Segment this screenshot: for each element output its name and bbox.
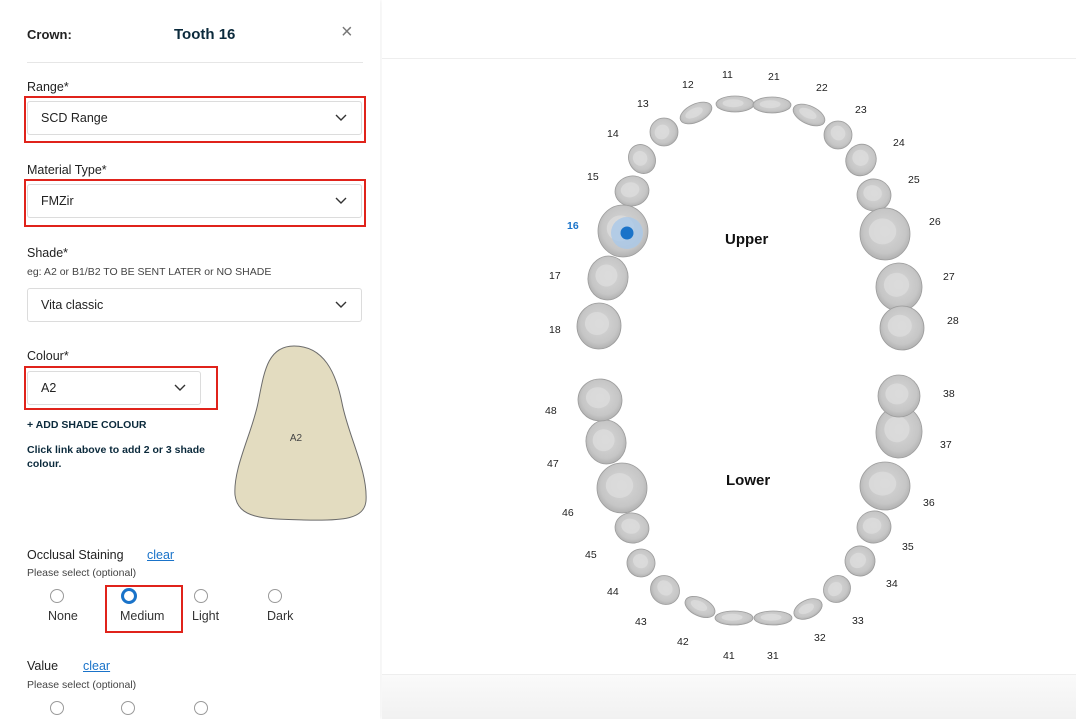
tooth-17[interactable] — [584, 253, 631, 303]
tooth-number-34[interactable]: 34 — [886, 578, 898, 590]
tooth-32[interactable] — [791, 595, 826, 624]
tooth-36[interactable] — [859, 461, 911, 511]
tooth-number-36[interactable]: 36 — [923, 497, 935, 509]
tooth-41[interactable] — [714, 610, 754, 626]
tooth-35[interactable] — [854, 508, 893, 545]
tooth-number-45[interactable]: 45 — [585, 549, 597, 561]
tooth-number-18[interactable]: 18 — [549, 324, 561, 336]
tooth-number-11[interactable]: 11 — [722, 69, 733, 81]
tooth-number-21[interactable]: 21 — [768, 71, 780, 83]
tooth-18[interactable] — [575, 301, 623, 351]
tooth-22[interactable] — [790, 100, 828, 131]
tooth-number-22[interactable]: 22 — [816, 82, 828, 94]
tooth-15[interactable] — [613, 173, 652, 208]
tooth-number-41[interactable]: 41 — [723, 650, 735, 662]
tooth-number-37[interactable]: 37 — [940, 439, 952, 451]
tooth-number-16[interactable]: 16 — [567, 220, 579, 232]
tooth-number-23[interactable]: 23 — [855, 104, 867, 116]
tooth-45[interactable] — [613, 510, 652, 545]
tooth-number-25[interactable]: 25 — [908, 174, 920, 186]
tooth-number-24[interactable]: 24 — [893, 137, 905, 149]
tooth-number-32[interactable]: 32 — [814, 632, 826, 644]
tooth-26[interactable] — [859, 207, 911, 261]
tooth-number-13[interactable]: 13 — [637, 98, 649, 110]
tooth-46[interactable] — [596, 462, 648, 514]
tooth-31[interactable] — [753, 610, 793, 626]
tooth-number-14[interactable]: 14 — [607, 128, 619, 140]
tooth-number-43[interactable]: 43 — [635, 616, 647, 628]
tooth-number-27[interactable]: 27 — [943, 271, 955, 283]
tooth-47[interactable] — [582, 417, 629, 467]
tooth-38[interactable] — [877, 374, 921, 418]
tooth-42[interactable] — [682, 592, 719, 622]
upper-arch-label: Upper — [725, 231, 769, 248]
tooth-number-31[interactable]: 31 — [767, 650, 779, 662]
tooth-number-38[interactable]: 38 — [943, 388, 955, 400]
tooth-number-35[interactable]: 35 — [902, 541, 914, 553]
tooth-28[interactable] — [879, 305, 925, 351]
tooth-11[interactable] — [715, 95, 755, 113]
dental-chart — [575, 95, 925, 626]
tooth-number-28[interactable]: 28 — [947, 315, 959, 327]
tooth-number-44[interactable]: 44 — [607, 586, 619, 598]
tooth-number-46[interactable]: 46 — [562, 507, 574, 519]
tooth-number-12[interactable]: 12 — [682, 79, 694, 91]
tooth-number-17[interactable]: 17 — [549, 270, 561, 282]
tooth-number-48[interactable]: 48 — [545, 405, 557, 417]
tooth-34[interactable] — [840, 541, 881, 582]
tooth-44[interactable] — [622, 544, 660, 582]
tooth-13[interactable] — [644, 112, 684, 152]
tooth-43[interactable] — [644, 569, 685, 610]
tooth-33[interactable] — [818, 570, 856, 608]
tooth-number-47[interactable]: 47 — [547, 458, 559, 470]
tooth-number-42[interactable]: 42 — [677, 636, 689, 648]
tooth-number-33[interactable]: 33 — [852, 615, 864, 627]
tooth-21[interactable] — [752, 96, 792, 114]
tooth-27[interactable] — [874, 261, 924, 313]
selected-tooth-marker — [620, 226, 634, 240]
lower-arch-label: Lower — [726, 472, 771, 489]
tooth-number-26[interactable]: 26 — [929, 216, 941, 228]
tooth-12[interactable] — [677, 98, 715, 129]
tooth-14[interactable] — [623, 140, 661, 179]
tooth-number-15[interactable]: 15 — [587, 171, 599, 183]
tooth-48[interactable] — [576, 377, 623, 423]
